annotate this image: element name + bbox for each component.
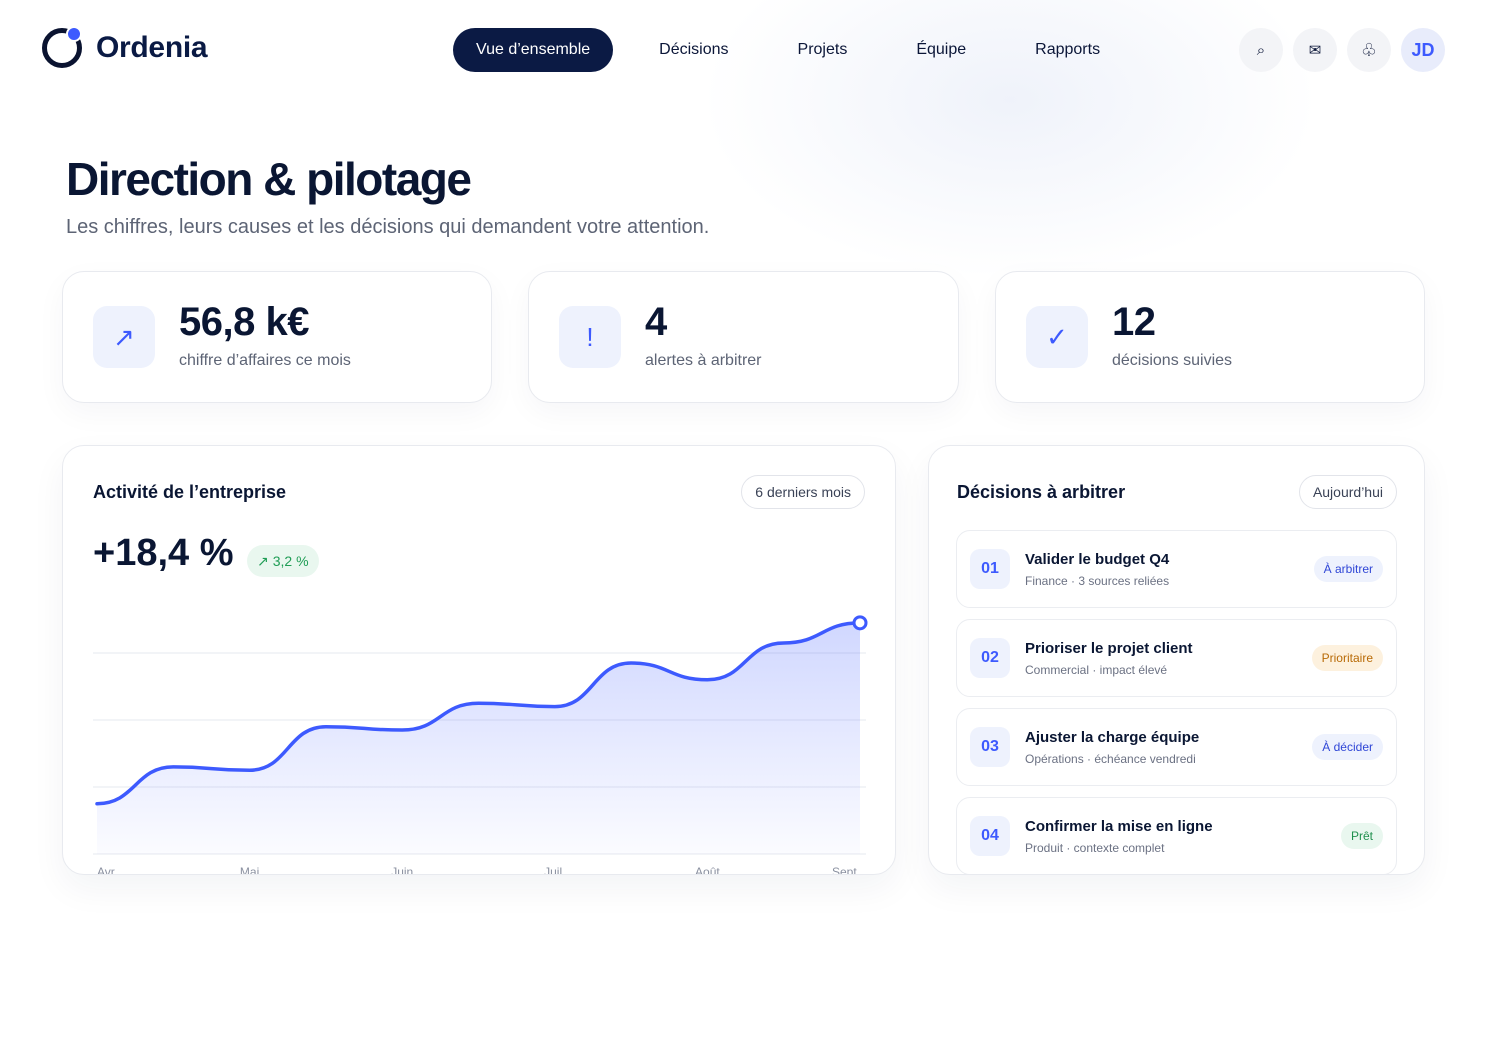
- status-badge: Prêt: [1340, 823, 1383, 849]
- decision-item[interactable]: 03 Ajuster la charge équipe Opérations ·…: [956, 708, 1397, 786]
- nav-item-reports[interactable]: Rapports: [1035, 28, 1100, 72]
- x-tick-label: Août: [695, 865, 720, 875]
- x-tick-label: Juin: [391, 865, 413, 875]
- decision-meta: Opérations · échéance vendredi: [1025, 752, 1196, 766]
- brand-name: Ordenia: [96, 31, 208, 64]
- decisions-title: Décisions à arbitrer: [957, 482, 1126, 502]
- kpi-label: chiffre d’affaires ce mois: [179, 352, 351, 369]
- status-badge: À décider: [1312, 734, 1383, 760]
- activity-panel: Activité de l’entreprise 6 derniers mois…: [62, 445, 896, 875]
- decision-title: Confirmer la mise en ligne: [1025, 818, 1213, 835]
- user-avatar[interactable]: JD: [1401, 28, 1445, 72]
- kpi-value: 12: [1112, 300, 1156, 344]
- status-badge: À arbitrer: [1313, 556, 1383, 582]
- search-icon: ⌕: [1256, 41, 1266, 59]
- decision-number: 03: [970, 727, 1010, 767]
- decision-meta: Produit · contexte complet: [1025, 841, 1165, 855]
- x-tick-label: Mai: [240, 865, 259, 875]
- nav-item-decisions[interactable]: Décisions: [659, 28, 728, 72]
- kpi-label: alertes à arbitrer: [645, 352, 762, 369]
- kpi-value: 4: [645, 300, 667, 344]
- trend-up-icon: ↗: [93, 306, 155, 368]
- apps-button[interactable]: ♧: [1347, 28, 1391, 72]
- nav-item-overview[interactable]: Vue d’ensemble: [453, 28, 614, 72]
- decision-number: 01: [970, 549, 1010, 589]
- kpi-card-alerts[interactable]: ! 4 alertes à arbitrer: [528, 271, 959, 403]
- decision-title: Prioriser le projet client: [1025, 640, 1193, 657]
- kpi-label: décisions suivies: [1112, 352, 1233, 369]
- kpi-value: 56,8 k€: [179, 300, 309, 344]
- decision-item[interactable]: 02 Prioriser le projet client Commercial…: [956, 619, 1397, 697]
- x-tick-label: Avr.: [97, 865, 117, 875]
- x-tick-label: Juil.: [544, 865, 565, 875]
- messages-button[interactable]: ✉: [1293, 28, 1337, 72]
- page-subtitle: Les chiffres, leurs causes et les décisi…: [66, 216, 710, 238]
- logo-icon: [42, 26, 82, 68]
- kpi-card-revenue[interactable]: ↗ 56,8 k€ chiffre d’affaires ce mois: [62, 271, 492, 403]
- x-tick-label: Sept.: [832, 865, 860, 875]
- decision-item[interactable]: 04 Confirmer la mise en ligne Produit · …: [956, 797, 1397, 874]
- alert-icon: !: [559, 306, 621, 368]
- decision-number: 02: [970, 638, 1010, 678]
- check-icon: ✓: [1026, 306, 1088, 368]
- nav-item-projects[interactable]: Projets: [798, 28, 848, 72]
- apps-icon: ♧: [1360, 39, 1378, 60]
- activity-chart: Avr. Mai Juin Juil. Août Sept.: [93, 615, 868, 875]
- decision-number: 04: [970, 816, 1010, 856]
- status-badge: Prioritaire: [1311, 645, 1383, 671]
- brand-logo[interactable]: Ordenia: [42, 26, 208, 68]
- decision-title: Ajuster la charge équipe: [1025, 729, 1200, 746]
- date-filter[interactable]: Aujourd’hui: [1298, 475, 1397, 509]
- decision-title: Valider le budget Q4: [1025, 551, 1170, 568]
- page-title: Direction & pilotage: [66, 153, 472, 205]
- area-fill: [97, 622, 860, 854]
- decision-item[interactable]: 01 Valider le budget Q4 Finance · 3 sour…: [956, 530, 1397, 608]
- decision-meta: Finance · 3 sources reliées: [1025, 574, 1170, 588]
- main-nav: Vue d’ensemble Décisions Projets Équipe …: [453, 28, 1100, 72]
- mail-icon: ✉: [1308, 42, 1322, 59]
- decision-meta: Commercial · impact élevé: [1025, 663, 1168, 677]
- decisions-panel: Décisions à arbitrer Aujourd’hui 01 Vali…: [928, 445, 1425, 875]
- kpi-card-decisions[interactable]: ✓ 12 décisions suivies: [995, 271, 1425, 403]
- search-button[interactable]: ⌕: [1239, 28, 1283, 72]
- latest-point: [852, 615, 868, 631]
- nav-item-team[interactable]: Équipe: [916, 28, 966, 72]
